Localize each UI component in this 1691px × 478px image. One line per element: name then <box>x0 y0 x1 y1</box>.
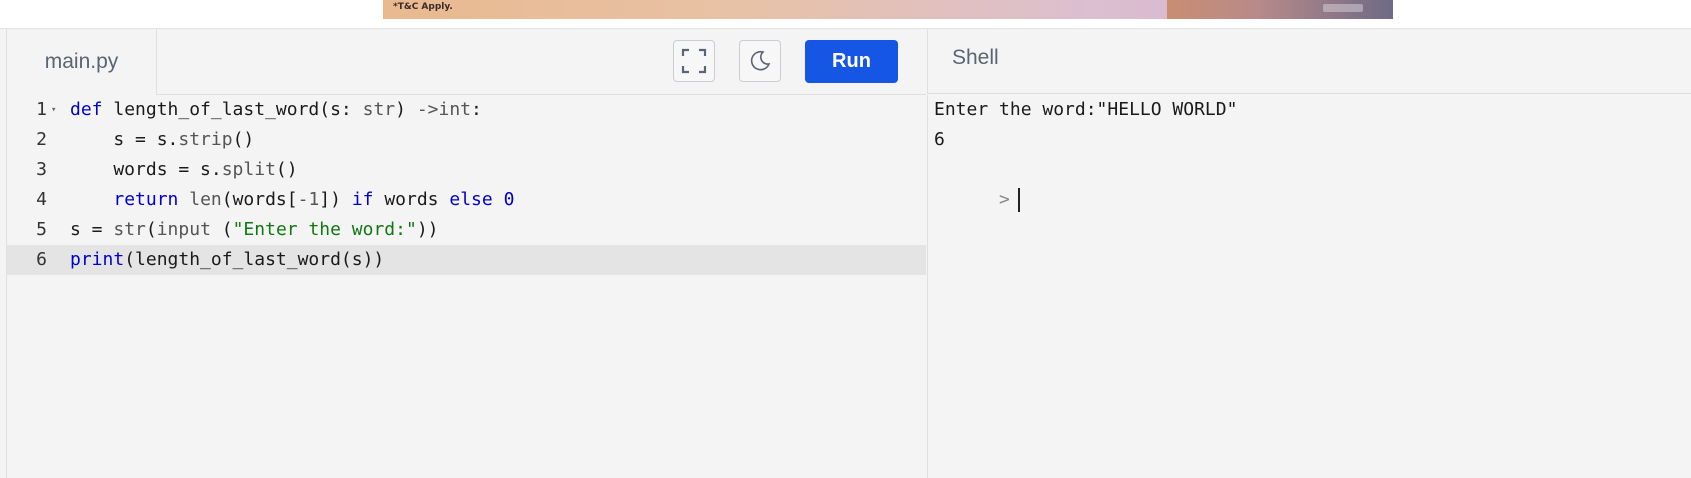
ad-text: *T&C Apply. <box>393 2 453 12</box>
fullscreen-button[interactable] <box>673 40 715 82</box>
shell-output-line: Enter the word:"HELLO WORLD" <box>934 99 1238 120</box>
line-number: 6 <box>36 249 47 270</box>
fullscreen-icon <box>681 48 707 74</box>
fold-arrow-icon[interactable]: ▾ <box>51 95 56 125</box>
shell-header: Shell <box>927 29 1691 94</box>
line-number: 5 <box>36 219 47 240</box>
code-line[interactable]: 6 print(length_of_last_word(s)) <box>7 245 926 275</box>
code-text: s = str(input ("Enter the word:")) <box>70 219 439 240</box>
theme-toggle-button[interactable] <box>739 40 781 82</box>
code-editor[interactable]: 1 ▾ def length_of_last_word(s: str) ->int:… <box>7 95 926 478</box>
line-number: 4 <box>36 189 47 210</box>
code-line[interactable]: 4 return len(words[-1]) if words else 0 <box>7 185 926 215</box>
code-text: return len(words[-1]) if words else 0 <box>113 189 515 210</box>
moon-icon <box>750 50 771 71</box>
code-text: words = s.split() <box>70 159 298 180</box>
line-number: 3 <box>36 159 47 180</box>
shell-output-line: 6 <box>934 129 945 150</box>
code-line[interactable]: 3 words = s.split() <box>7 155 926 185</box>
code-line[interactable]: 1 ▾ def length_of_last_word(s: str) ->int: <box>7 95 926 125</box>
shell-title: Shell <box>952 46 999 69</box>
code-text: print(length_of_last_word(s)) <box>70 249 385 270</box>
online-compiler: main.py Run Shell 1 ▾ def length_of_last_w… <box>0 28 1691 478</box>
shell-prompt: > <box>999 189 1010 210</box>
code-line[interactable]: 2 s = s.strip() <box>7 125 926 155</box>
file-tab-main[interactable]: main.py <box>7 29 157 95</box>
run-button[interactable]: Run <box>805 40 898 83</box>
ad-banner[interactable]: *T&C Apply. <box>383 0 1393 19</box>
code-line[interactable]: 5 s = str(input ("Enter the word:")) <box>7 215 926 245</box>
line-number: 2 <box>36 129 47 150</box>
line-number: 1 <box>36 99 47 120</box>
shell-output[interactable]: Enter the word:"HELLO WORLD" 6 > <box>927 95 1691 478</box>
code-text: s = s.strip() <box>70 129 255 150</box>
ad-image[interactable] <box>1167 0 1393 19</box>
code-text: def length_of_last_word(s: str) ->int: <box>70 99 482 120</box>
editor-toolbar: main.py Run <box>7 29 926 95</box>
text-cursor <box>1017 188 1020 212</box>
shell-prompt-line[interactable]: > <box>934 155 1020 212</box>
